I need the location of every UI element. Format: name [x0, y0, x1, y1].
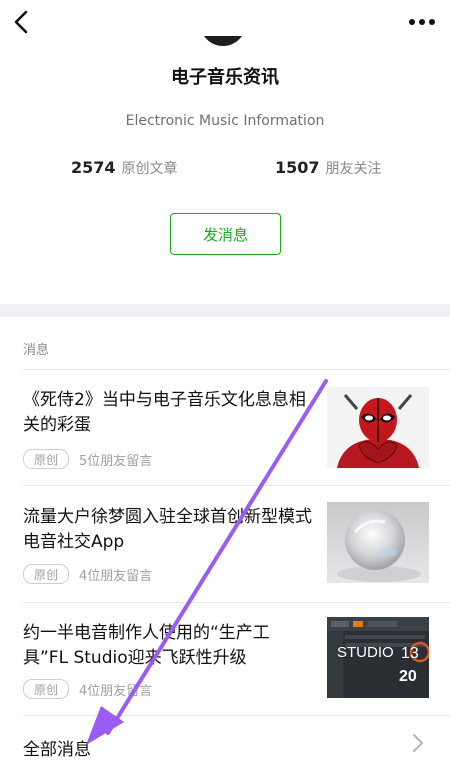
back-button[interactable]	[6, 6, 38, 38]
more-button[interactable]	[406, 8, 438, 36]
crystal-sphere-image	[327, 502, 429, 583]
chevron-right-icon	[412, 733, 424, 757]
deadpool-image	[327, 387, 429, 468]
comments-count: 5位朋友留言	[79, 453, 153, 469]
comments-count: 4位朋友留言	[79, 683, 153, 699]
followers-label: 朋友关注	[325, 161, 382, 177]
article-item[interactable]: 约一半电音制作人使用的“生产工具”FL Studio迎来飞跃性升级 原创 4位朋…	[0, 603, 450, 715]
article-thumbnail	[327, 387, 429, 468]
original-tag: 原创	[23, 449, 69, 469]
back-arrow-icon	[14, 10, 28, 34]
followers-count: 1507	[275, 158, 320, 177]
article-title: 流量大户徐梦圆入驻全球首创新型模式电音社交App	[23, 507, 312, 552]
all-messages-row[interactable]: 全部消息	[0, 715, 450, 775]
account-name: 电子音乐资讯	[171, 67, 279, 88]
fl-studio-image: STUDIO 13 20	[327, 617, 429, 698]
official-account-profile: 电子音乐资讯 Electronic Music Information 2574…	[0, 0, 450, 775]
section-divider	[0, 304, 450, 317]
articles-count: 2574	[71, 158, 116, 177]
article-meta: 原创 4位朋友留言	[23, 564, 152, 584]
article-meta: 原创 5位朋友留言	[23, 449, 152, 469]
send-message-button[interactable]: 发消息	[170, 213, 281, 255]
article-title: 《死侍2》当中与电子音乐文化息息相关的彩蛋	[23, 390, 306, 435]
original-tag: 原创	[23, 679, 69, 699]
thumb-text-studio: STUDIO	[337, 644, 394, 661]
article-thumbnail	[327, 502, 429, 583]
all-messages-label: 全部消息	[23, 740, 91, 760]
comments-count: 4位朋友留言	[79, 568, 153, 584]
thumb-text-year: 20	[399, 668, 417, 685]
thumb-text-version: 13	[401, 645, 419, 662]
articles-label: 原创文章	[121, 161, 178, 177]
more-dots-icon	[409, 19, 435, 25]
article-meta: 原创 4位朋友留言	[23, 679, 152, 699]
account-stats: 2574 原创文章 1507 朋友关注	[0, 158, 450, 182]
article-title: 约一半电音制作人使用的“生产工具”FL Studio迎来飞跃性升级	[23, 623, 270, 668]
messages-section-label: 消息	[23, 343, 50, 358]
original-tag: 原创	[23, 564, 69, 584]
article-item[interactable]: 《死侍2》当中与电子音乐文化息息相关的彩蛋 原创 5位朋友留言	[0, 370, 450, 485]
article-thumbnail: STUDIO 13 20	[327, 617, 429, 698]
article-item[interactable]: 流量大户徐梦圆入驻全球首创新型模式电音社交App 原创 4位朋友留言	[0, 486, 450, 602]
avatar[interactable]	[200, 36, 246, 46]
articles-stat: 2574 原创文章	[71, 158, 178, 178]
followers-stat: 1507 朋友关注	[275, 158, 382, 178]
account-subtitle: Electronic Music Information	[125, 113, 325, 129]
